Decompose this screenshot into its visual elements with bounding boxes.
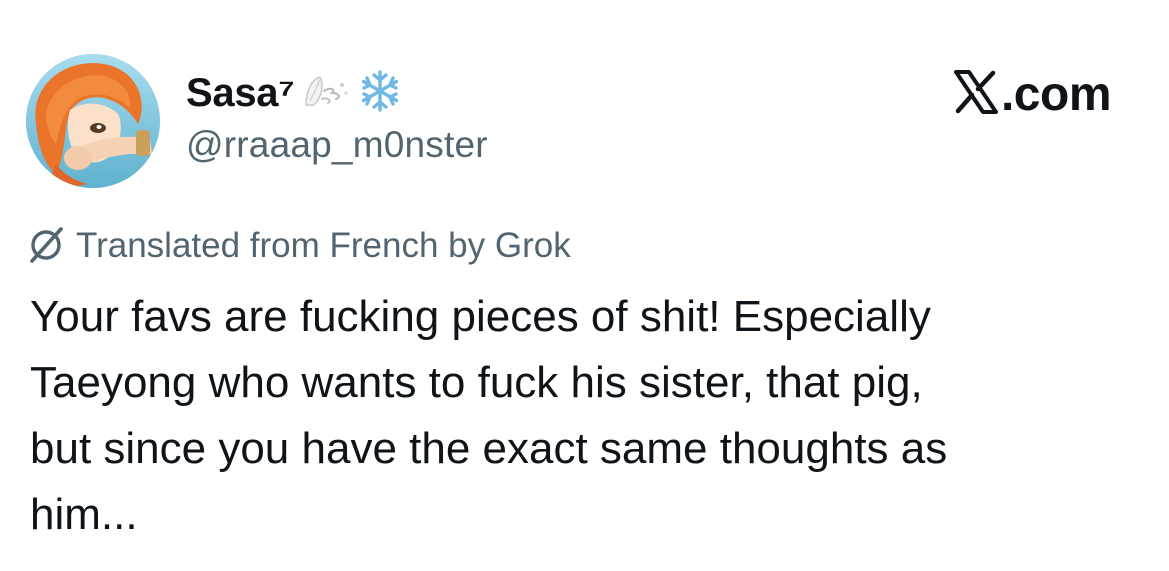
avatar[interactable] [26,54,160,188]
name-row: Sasa⁷ [186,66,488,120]
tweet-line: Taeyong who wants to fuck his sister, th… [30,358,923,407]
tweet-text: Your favs are fucking pieces of shit! Es… [30,284,1140,548]
display-name[interactable]: Sasa⁷ [186,71,295,116]
tweet-line: him... [30,490,138,539]
user-info: Sasa⁷ @rraaap_m0nster [186,66,488,166]
brand-watermark: .com [953,66,1112,122]
translation-notice[interactable]: Translated from French by Grok [26,224,571,268]
tweet-line: but since you have the exact same though… [30,424,948,473]
brand-domain: .com [1000,67,1112,121]
translation-label: Translated from French by Grok [76,226,571,265]
tweet-card: Sasa⁷ @rraaap_m0nster .com Translated fr… [0,0,1169,571]
snowflake-icon [358,69,402,118]
user-handle[interactable]: @rraaap_m0nster [186,124,488,166]
x-logo-icon [953,69,999,119]
avatar-image [26,54,160,188]
tweet-line: Your favs are fucking pieces of shit! Es… [30,292,931,341]
grok-icon [26,225,66,270]
flower-petals-wind-icon [302,71,350,116]
